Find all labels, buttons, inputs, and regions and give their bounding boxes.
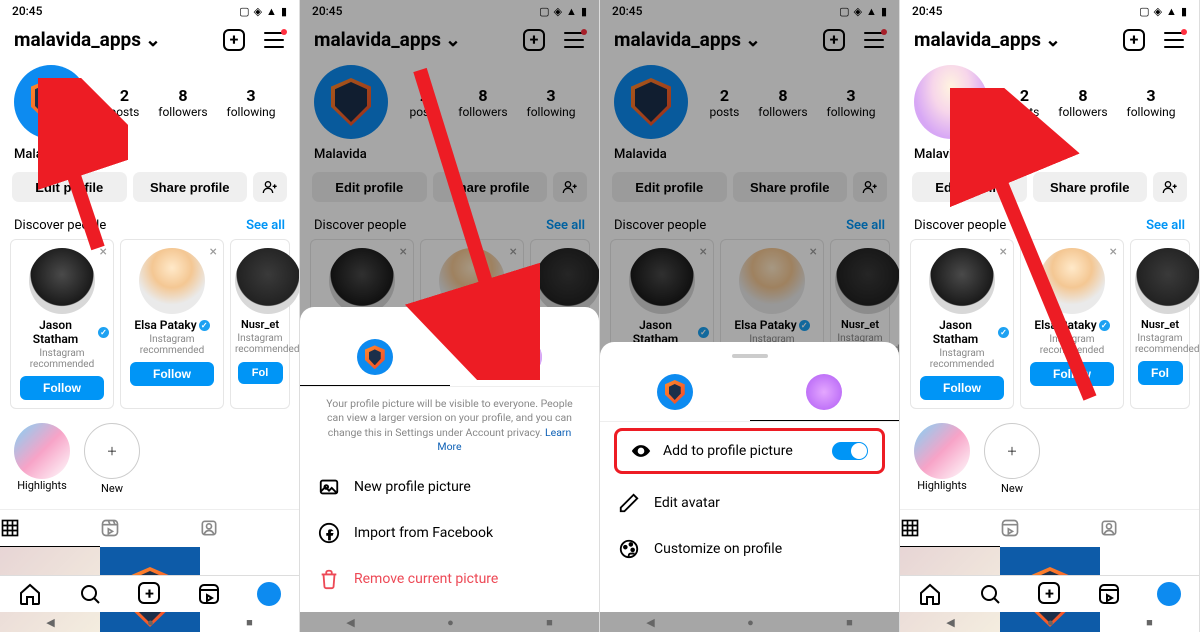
profile-picture-sheet: Your profile picture will be visible to … xyxy=(300,307,599,612)
screen-4: 20:45▢◈▲▮ malavida_apps⌄ + 2posts 8follo… xyxy=(900,0,1200,632)
reels-nav-icon[interactable] xyxy=(1097,582,1121,606)
display-name: Malavida xyxy=(0,147,299,166)
search-icon[interactable] xyxy=(78,582,102,606)
create-button[interactable]: + xyxy=(223,29,245,51)
drag-handle[interactable] xyxy=(732,354,768,358)
privacy-note: Your profile picture will be visible to … xyxy=(300,387,599,464)
back-icon[interactable]: ◀ xyxy=(46,616,54,629)
see-all-link[interactable]: See all xyxy=(246,218,285,233)
profile-photo-tab[interactable] xyxy=(300,333,450,386)
screen-2: 20:45▢◈▲▮ malavida_apps⌄ + 2posts 8follo… xyxy=(300,0,600,632)
reels-nav-icon[interactable] xyxy=(197,582,221,606)
discover-people-button[interactable] xyxy=(253,172,287,202)
suggestion-cards: × Jason Statham✓ Instagram recommended F… xyxy=(0,239,299,409)
create-icon[interactable]: + xyxy=(1038,582,1060,606)
profile-stats[interactable]: 2posts 8followers 3following xyxy=(100,86,285,119)
discover-people-button[interactable] xyxy=(1153,172,1187,202)
edit-profile-button[interactable]: Edit profile xyxy=(912,172,1027,202)
create-icon[interactable]: + xyxy=(138,582,160,606)
customize-on-profile[interactable]: Customize on profile xyxy=(600,526,899,572)
username-selector[interactable]: malavida_apps⌄ xyxy=(14,28,161,51)
home-icon[interactable] xyxy=(18,582,42,606)
screen-3: 20:45▢◈▲▮ malavida_apps⌄ + 2posts 8follo… xyxy=(600,0,900,632)
avatar-tab[interactable] xyxy=(450,333,600,386)
suggestion-avatar[interactable] xyxy=(235,248,300,314)
reels-tab[interactable] xyxy=(100,510,200,547)
profile-avatar[interactable] xyxy=(14,65,88,139)
new-profile-picture[interactable]: New profile picture xyxy=(300,464,599,510)
close-icon[interactable]: × xyxy=(100,244,107,260)
suggestion-card: × Jason Statham✓ Instagram recommended F… xyxy=(10,239,114,409)
share-profile-button[interactable]: Share profile xyxy=(1033,172,1148,202)
grid-tab[interactable] xyxy=(900,510,1000,547)
grid-tab[interactable] xyxy=(0,510,100,547)
highlight[interactable]: Highlights xyxy=(14,423,70,495)
home-icon[interactable] xyxy=(918,582,942,606)
create-button[interactable]: + xyxy=(1123,29,1145,51)
edit-avatar[interactable]: Edit avatar xyxy=(600,480,899,526)
clock: 20:45 xyxy=(12,4,42,18)
profile-nav-icon[interactable] xyxy=(1157,582,1181,606)
toggle-switch[interactable] xyxy=(832,442,868,460)
close-icon[interactable]: × xyxy=(1000,244,1007,260)
profile-photo-tab[interactable] xyxy=(600,368,750,421)
home-circle-icon[interactable]: ● xyxy=(147,616,154,629)
remove-current-picture[interactable]: Remove current picture xyxy=(300,556,599,602)
status-bar: 20:45 ▢◈▲▮ xyxy=(0,0,299,22)
import-from-facebook[interactable]: Import from Facebook xyxy=(300,510,599,556)
add-to-profile-toggle[interactable]: Add to profile picture xyxy=(614,428,885,474)
suggestion-card: ×Jason Statham✓Instagram recommendedFoll… xyxy=(910,239,1014,409)
tagged-tab[interactable] xyxy=(199,510,299,547)
screen-1: 20:45 ▢◈▲▮ malavida_apps⌄ + 2posts 8foll… xyxy=(0,0,300,632)
follow-button[interactable]: Follow xyxy=(130,362,215,386)
status-icons: ▢◈▲▮ xyxy=(239,5,287,18)
verified-icon: ✓ xyxy=(199,320,210,331)
suggestion-card: Nusr_et Instagram recommended Fol xyxy=(230,239,290,409)
android-nav: ◀ ● ■ xyxy=(0,612,299,632)
new-highlight[interactable]: ＋New xyxy=(84,423,140,495)
chevron-down-icon: ⌄ xyxy=(145,28,161,51)
search-icon[interactable] xyxy=(978,582,1002,606)
share-profile-button[interactable]: Share profile xyxy=(133,172,248,202)
close-icon[interactable]: × xyxy=(210,244,217,260)
follow-button[interactable]: Follow xyxy=(1030,362,1115,386)
menu-button[interactable] xyxy=(263,29,285,51)
follow-button[interactable]: Follow xyxy=(20,376,105,400)
avatar-tab[interactable] xyxy=(750,368,900,421)
bottom-nav: + xyxy=(0,575,299,612)
highlight[interactable]: Highlights xyxy=(914,423,970,495)
close-icon[interactable]: × xyxy=(1110,244,1117,260)
tagged-tab[interactable] xyxy=(1099,510,1199,547)
verified-icon: ✓ xyxy=(98,327,109,338)
username-selector[interactable]: malavida_apps⌄ xyxy=(914,28,1061,51)
suggestion-avatar[interactable] xyxy=(29,248,95,314)
suggestion-card: × Elsa Pataky✓ Instagram recommended Fol… xyxy=(120,239,224,409)
follow-button[interactable]: Follow xyxy=(920,376,1005,400)
recents-icon[interactable]: ■ xyxy=(246,616,253,629)
avatar-sheet: Add to profile picture Edit avatar Custo… xyxy=(600,342,899,612)
profile-avatar[interactable] xyxy=(914,65,988,139)
chevron-down-icon: ⌄ xyxy=(1045,28,1061,51)
drag-handle[interactable] xyxy=(432,319,468,323)
suggestion-card: ×Elsa Pataky✓Instagram recommendedFollow xyxy=(1020,239,1124,409)
profile-nav-icon[interactable] xyxy=(257,582,281,606)
edit-profile-button[interactable]: Edit profile xyxy=(12,172,127,202)
see-all-link[interactable]: See all xyxy=(1146,218,1185,233)
follow-button[interactable]: Fol xyxy=(238,362,283,384)
profile-header: malavida_apps⌄ + xyxy=(0,22,299,57)
discover-title: Discover people xyxy=(14,218,106,233)
reels-tab[interactable] xyxy=(1000,510,1100,547)
menu-button[interactable] xyxy=(1163,29,1185,51)
suggestion-avatar[interactable] xyxy=(139,248,205,314)
new-highlight[interactable]: ＋New xyxy=(984,423,1040,495)
